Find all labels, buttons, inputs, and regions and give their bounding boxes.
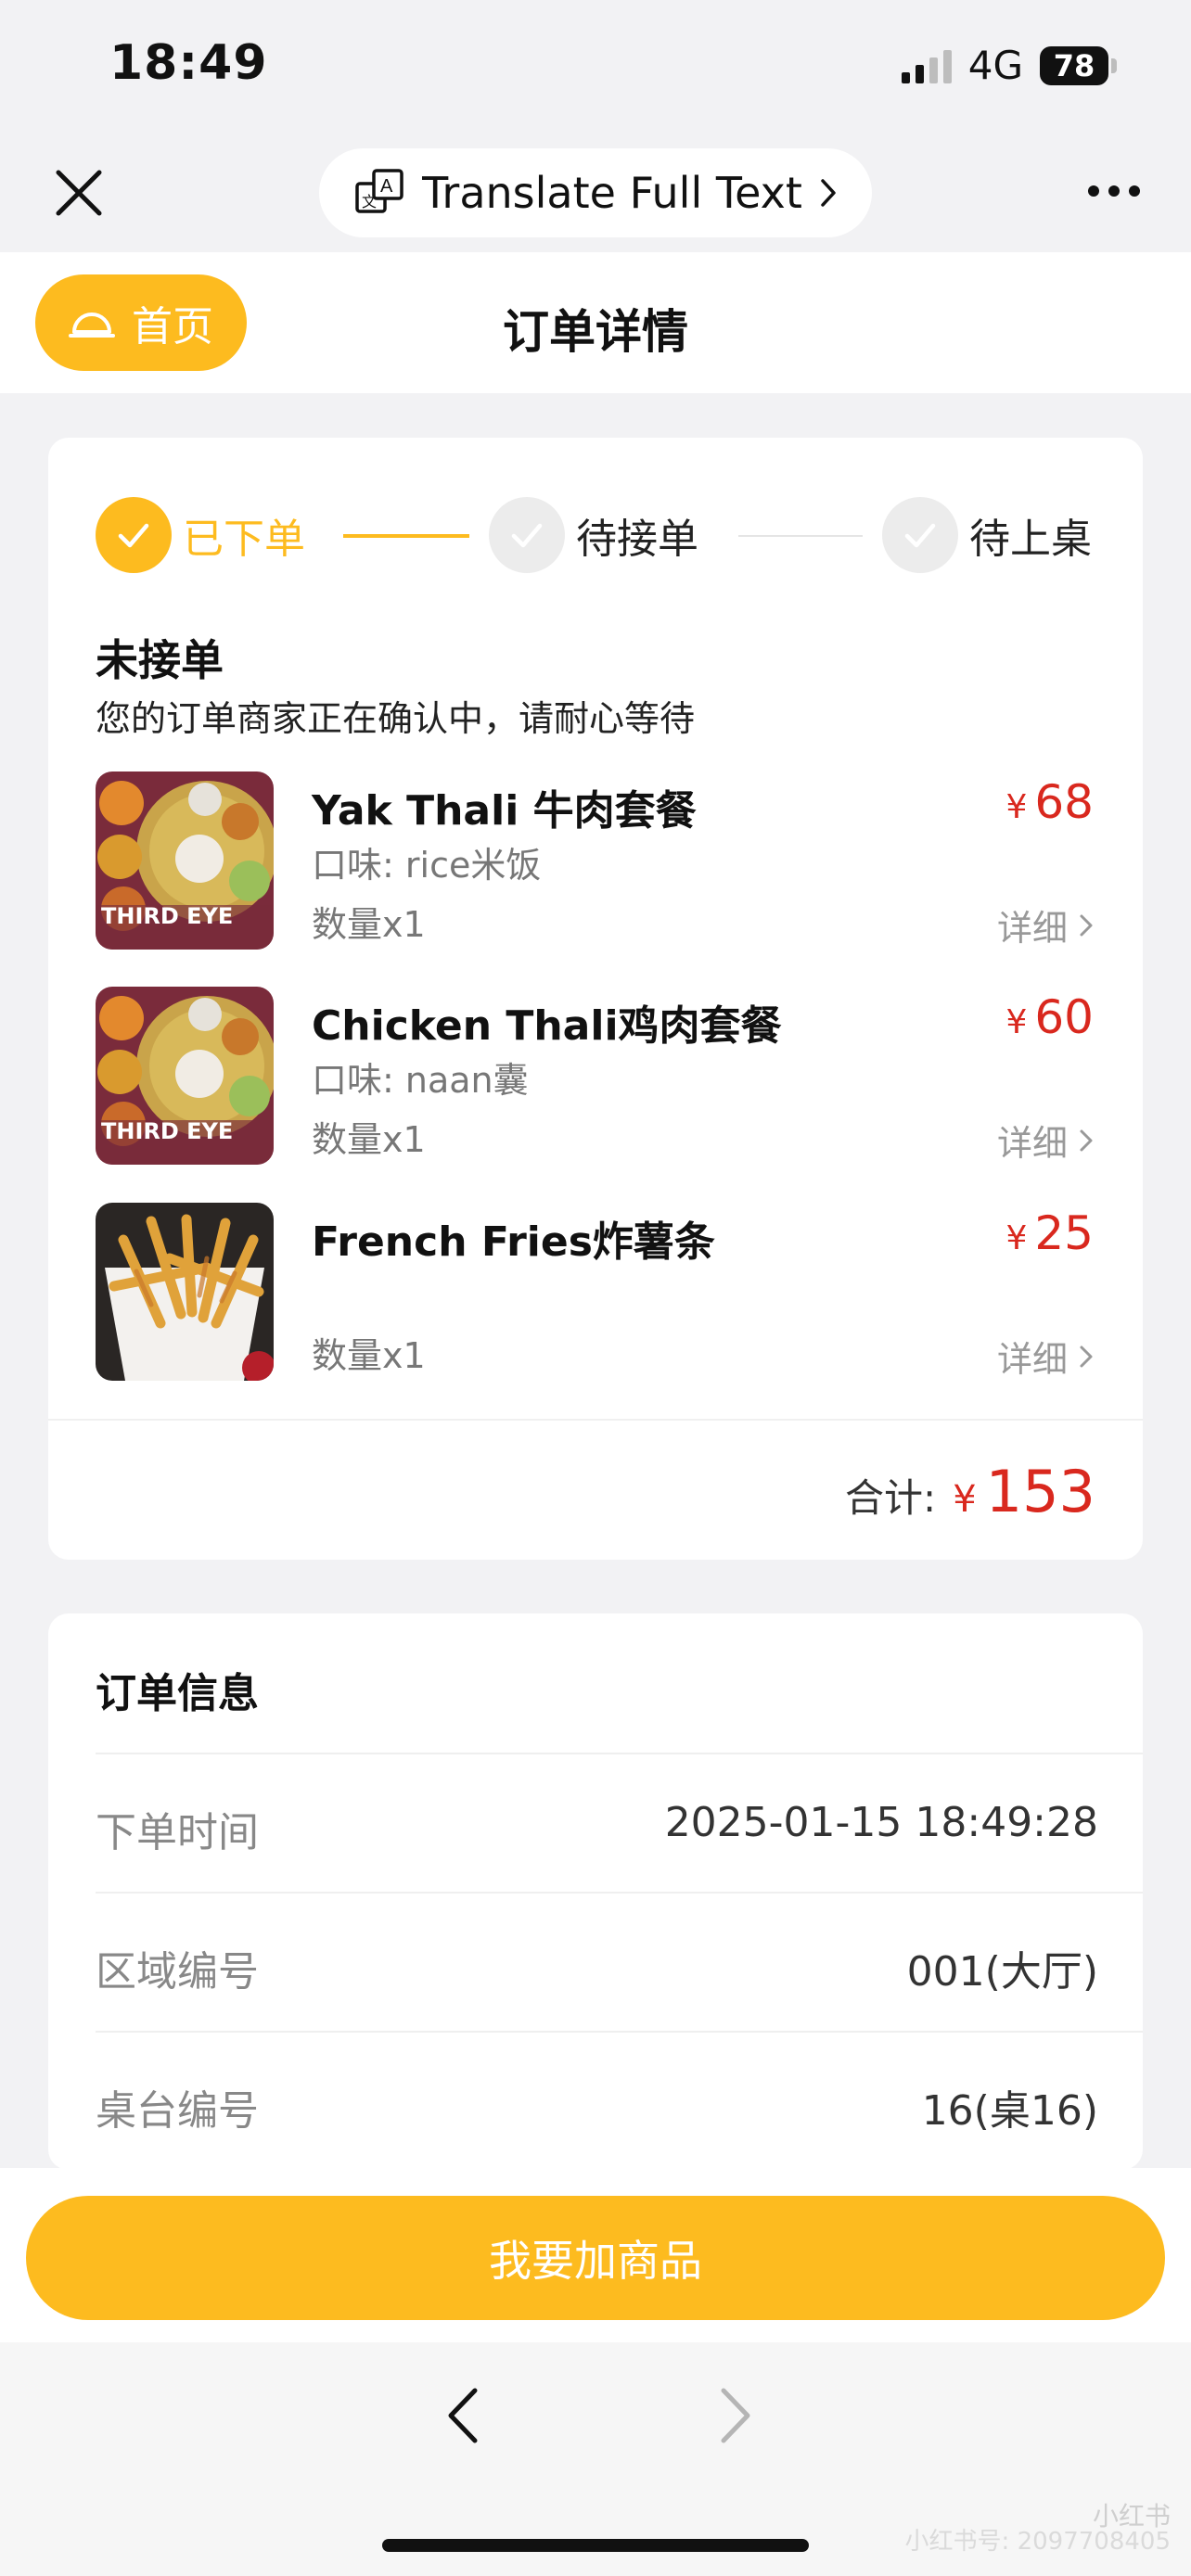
item-detail-link[interactable]: 详细 bbox=[997, 899, 1094, 950]
status-time: 18:49 bbox=[109, 35, 268, 91]
item-image: THIRD EYE bbox=[96, 987, 274, 1165]
item-price: ¥68 bbox=[1005, 775, 1094, 829]
currency-symbol: ¥ bbox=[1005, 788, 1028, 826]
item-image-logo: THIRD EYE bbox=[101, 903, 233, 929]
item-image bbox=[96, 1203, 274, 1381]
divider bbox=[96, 1892, 1143, 1894]
item-quantity: 数量x1 bbox=[312, 904, 426, 945]
area-number-label: 区域编号 bbox=[96, 1948, 259, 1996]
step-label: 待接单 bbox=[576, 516, 698, 563]
item-detail-label: 详细 bbox=[996, 1339, 1068, 1380]
order-item: THIRD EYE Chicken Thali鸡肉套餐 口味: naan囊 数量… bbox=[96, 987, 1094, 1165]
item-detail-label: 详细 bbox=[996, 908, 1068, 949]
order-info-title: 订单信息 bbox=[96, 1670, 259, 1717]
item-detail-label: 详细 bbox=[996, 1123, 1068, 1164]
step-label: 已下单 bbox=[183, 516, 305, 563]
item-option: 口味: naan囊 bbox=[312, 1060, 529, 1101]
chevron-left-icon bbox=[448, 2388, 478, 2443]
step-accepting: 待接单 bbox=[489, 497, 698, 573]
battery-icon: 78 bbox=[1040, 45, 1117, 85]
item-name: Chicken Thali鸡肉套餐 bbox=[312, 1002, 782, 1050]
translate-full-text-button[interactable]: A 文 Translate Full Text bbox=[319, 148, 872, 237]
order-time-value: 2025-01-15 18:49:28 bbox=[664, 1799, 1098, 1846]
table-number-label: 桌台编号 bbox=[96, 2087, 259, 2135]
total-amount: 153 bbox=[985, 1458, 1095, 1525]
total-value: ¥153 bbox=[953, 1458, 1095, 1525]
item-image: THIRD EYE bbox=[96, 772, 274, 950]
chevron-right-icon bbox=[821, 179, 836, 207]
network-type: 4G bbox=[967, 43, 1023, 88]
more-dot bbox=[1129, 185, 1140, 197]
forward-button[interactable] bbox=[707, 2383, 762, 2448]
watermark-id: 小红书号: 2097708405 bbox=[904, 2528, 1171, 2556]
more-dot bbox=[1108, 185, 1120, 197]
step-connector bbox=[738, 535, 863, 537]
divider bbox=[48, 1419, 1143, 1421]
order-item: French Fries炸薯条 数量x1 ¥25 详细 bbox=[96, 1203, 1094, 1381]
order-time-label: 下单时间 bbox=[96, 1809, 259, 1856]
item-detail-link[interactable]: 详细 bbox=[997, 1331, 1094, 1382]
chevron-right-icon bbox=[721, 2388, 750, 2443]
item-name: French Fries炸薯条 bbox=[312, 1218, 715, 1266]
item-quantity: 数量x1 bbox=[312, 1119, 426, 1160]
back-button[interactable] bbox=[436, 2383, 492, 2448]
home-indicator bbox=[382, 2539, 809, 2552]
chevron-right-icon bbox=[1080, 1129, 1093, 1151]
translate-label: Translate Full Text bbox=[422, 168, 802, 218]
svg-text:文: 文 bbox=[362, 193, 377, 210]
order-status-description: 您的订单商家正在确认中，请耐心等待 bbox=[96, 698, 696, 739]
chevron-right-icon bbox=[1080, 1345, 1093, 1367]
page-title: 订单详情 bbox=[503, 305, 688, 359]
chevron-right-icon bbox=[1080, 914, 1093, 936]
more-dot bbox=[1088, 185, 1099, 197]
item-detail-link[interactable]: 详细 bbox=[997, 1115, 1094, 1166]
item-name: Yak Thali 牛肉套餐 bbox=[312, 787, 697, 835]
close-button[interactable] bbox=[51, 165, 107, 221]
area-number-value: 001(大厅) bbox=[906, 1948, 1098, 1996]
step-connector bbox=[343, 534, 469, 538]
status-indicators: 4G 78 bbox=[901, 43, 1117, 88]
currency-symbol: ¥ bbox=[1005, 1219, 1028, 1257]
divider bbox=[96, 1753, 1143, 1754]
step-placed: 已下单 bbox=[96, 497, 305, 573]
check-icon bbox=[489, 497, 565, 573]
item-quantity: 数量x1 bbox=[312, 1335, 426, 1376]
item-option: 口味: rice米饭 bbox=[312, 845, 542, 886]
item-image-logo: THIRD EYE bbox=[101, 1118, 233, 1144]
item-price-value: 25 bbox=[1034, 1206, 1094, 1260]
step-serving: 待上桌 bbox=[882, 497, 1092, 573]
more-options-button[interactable] bbox=[1088, 185, 1140, 197]
item-price-value: 68 bbox=[1034, 775, 1094, 829]
check-icon bbox=[882, 497, 958, 573]
currency-symbol: ¥ bbox=[953, 1478, 977, 1521]
order-item: THIRD EYE Yak Thali 牛肉套餐 口味: rice米饭 数量x1… bbox=[96, 772, 1094, 950]
translate-icon: A 文 bbox=[355, 169, 403, 213]
signal-icon bbox=[901, 48, 952, 83]
check-icon bbox=[96, 497, 172, 573]
close-icon bbox=[56, 170, 102, 216]
table-number-value: 16(桌16) bbox=[921, 2087, 1098, 2135]
order-total: 合计: ¥153 bbox=[845, 1458, 1095, 1525]
currency-symbol: ¥ bbox=[1005, 1003, 1028, 1041]
item-price: ¥60 bbox=[1005, 990, 1094, 1044]
add-items-button[interactable]: 我要加商品 bbox=[26, 2196, 1165, 2320]
battery-level: 78 bbox=[1040, 45, 1108, 85]
divider bbox=[96, 2031, 1143, 2033]
svg-text:A: A bbox=[380, 176, 393, 197]
step-label: 待上桌 bbox=[969, 516, 1092, 563]
item-price: ¥25 bbox=[1005, 1206, 1094, 1260]
order-status-title: 未接单 bbox=[96, 635, 224, 685]
item-price-value: 60 bbox=[1034, 990, 1094, 1044]
total-label: 合计: bbox=[845, 1475, 937, 1521]
